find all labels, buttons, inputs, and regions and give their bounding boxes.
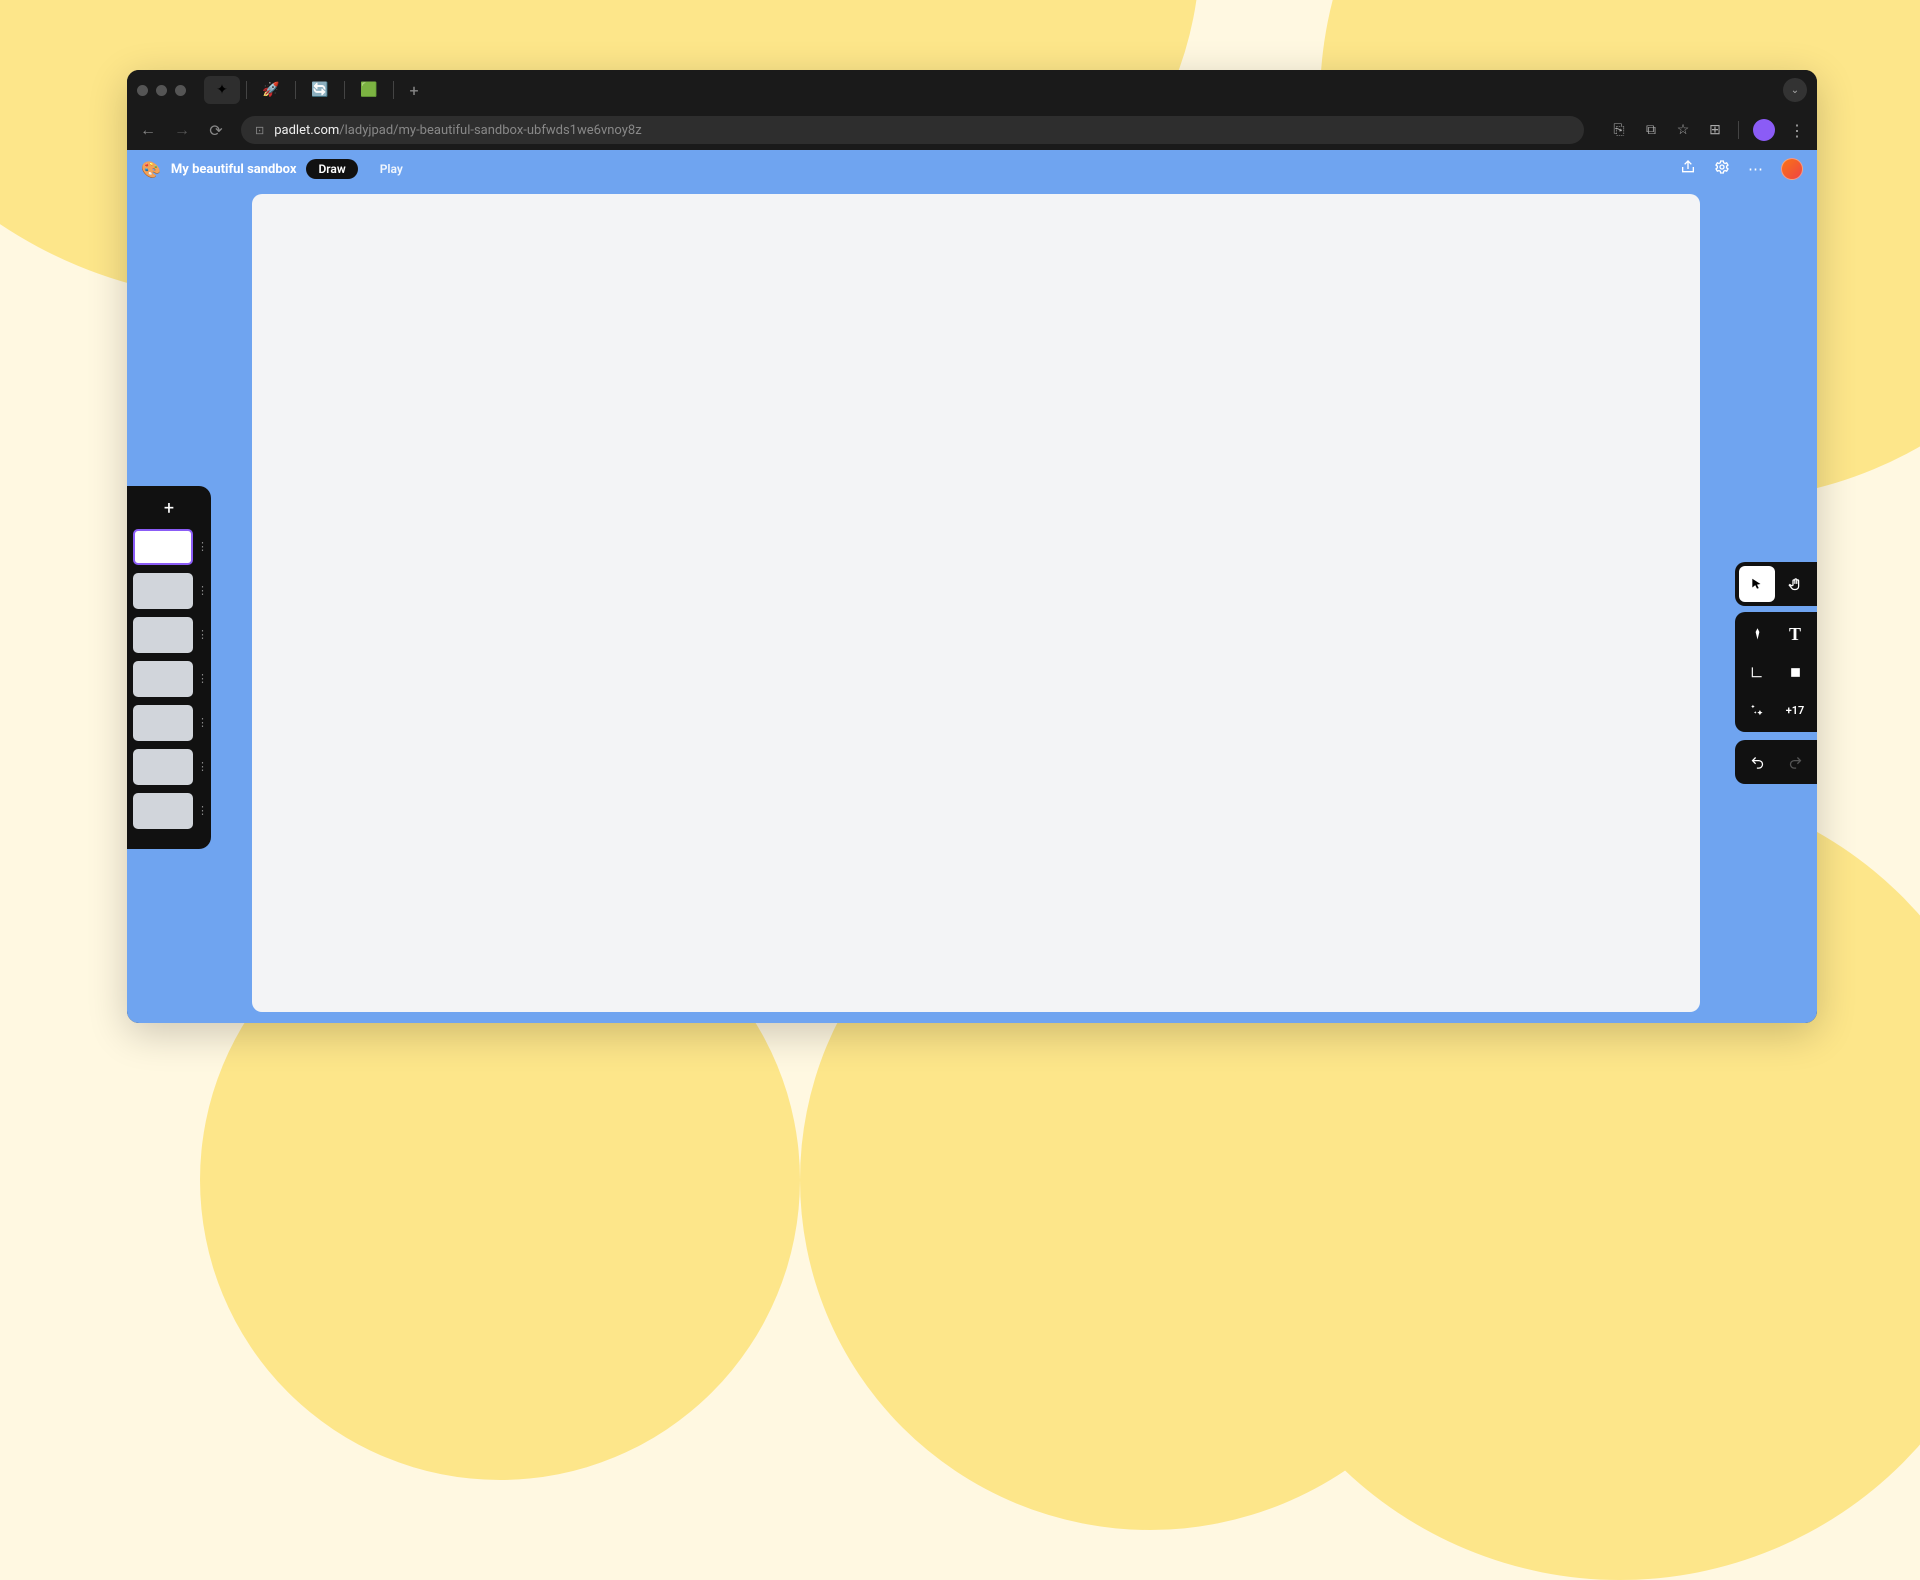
app-logo-icon: 🎨 [141,160,161,179]
app-top-bar: 🎨 My beautiful sandbox Draw Play ⋯ [127,150,1817,188]
board-title[interactable]: My beautiful sandbox [171,162,297,177]
browser-window: ✦ 🚀 🔄 🟩 + ⌄ ← → ⟳ ⊡ padlet.com/ladyjpad/… [127,70,1817,1023]
slides-panel: + ⋮ ⋮ ⋮ ⋮ ⋮ ⋮ ⋮ [127,486,211,849]
window-controls [137,85,186,96]
close-window[interactable] [137,85,148,96]
slide-thumb[interactable] [133,529,193,565]
tab-separator [393,81,394,99]
slide-thumb[interactable] [133,793,193,829]
address-bar: ← → ⟳ ⊡ padlet.com/ladyjpad/my-beautiful… [127,110,1817,150]
slide-options-icon[interactable]: ⋮ [197,721,205,725]
open-new-icon[interactable]: ⧉ [1642,122,1660,138]
pen-tool[interactable] [1739,616,1775,652]
tab-separator [344,81,345,99]
browser-tab[interactable]: 🔄 [302,76,338,104]
slide-options-icon[interactable]: ⋮ [197,589,205,593]
shape-tool[interactable] [1739,654,1775,690]
slide-thumb[interactable] [133,705,193,741]
slide-thumb[interactable] [133,573,193,609]
reload-button[interactable]: ⟳ [207,121,225,140]
maximize-window[interactable] [175,85,186,96]
bookmark-icon[interactable]: ☆ [1674,122,1692,138]
mode-play-button[interactable]: Play [368,159,415,179]
minimize-window[interactable] [156,85,167,96]
app-icon: 🟩 [360,82,377,98]
separator [1738,121,1739,139]
settings-icon[interactable] [1714,159,1730,179]
app-viewport: 🎨 My beautiful sandbox Draw Play ⋯ + ⋮ ⋮… [127,150,1817,1023]
more-tools-button[interactable]: +17 [1777,692,1813,728]
install-app-icon[interactable]: ⎘ [1610,122,1628,138]
slide-options-icon[interactable]: ⋮ [197,677,205,681]
history-tools [1735,740,1817,784]
effects-tool[interactable] [1739,692,1775,728]
new-tab-button[interactable]: + [400,81,428,100]
text-tool[interactable]: T [1777,616,1813,652]
hand-tool[interactable] [1777,566,1813,602]
back-button[interactable]: ← [139,120,157,140]
mode-draw-button[interactable]: Draw [306,159,357,179]
tab-separator [295,81,296,99]
addr-actions: ⎘ ⧉ ☆ ⊞ ⋮ [1610,119,1805,141]
slide-thumb[interactable] [133,749,193,785]
slide-options-icon[interactable]: ⋮ [197,545,205,549]
url-text: padlet.com/ladyjpad/my-beautiful-sandbox… [274,123,641,138]
sync-icon: 🔄 [311,82,328,98]
user-avatar[interactable] [1781,158,1803,180]
slide-options-icon[interactable]: ⋮ [197,765,205,769]
slide-options-icon[interactable]: ⋮ [197,809,205,813]
selection-tools [1735,562,1817,606]
browser-tab-bar: ✦ 🚀 🔄 🟩 + ⌄ [127,70,1817,110]
share-icon[interactable] [1680,159,1696,179]
site-info-icon[interactable]: ⊡ [255,124,264,137]
extensions-icon[interactable]: ⊞ [1706,122,1724,138]
sparkle-icon: ✦ [216,82,228,98]
tabs-dropdown[interactable]: ⌄ [1783,78,1807,102]
tabs: ✦ 🚀 🔄 🟩 + [204,76,428,104]
forward-button[interactable]: → [173,120,191,140]
slide-thumb[interactable] [133,661,193,697]
add-slide-button[interactable]: + [133,498,205,519]
rectangle-tool[interactable] [1777,654,1813,690]
draw-tools: T +17 [1735,612,1817,732]
select-tool[interactable] [1739,566,1775,602]
browser-tab[interactable]: 🟩 [351,76,387,104]
rocket-icon: 🚀 [262,82,279,98]
undo-button[interactable] [1739,744,1775,780]
profile-avatar[interactable] [1753,119,1775,141]
slide-options-icon[interactable]: ⋮ [197,633,205,637]
browser-tab[interactable]: 🚀 [253,76,289,104]
redo-button[interactable] [1777,744,1813,780]
tab-separator [246,81,247,99]
drawing-canvas[interactable] [252,194,1700,1012]
browser-tab[interactable]: ✦ [204,76,240,104]
more-icon[interactable]: ⋯ [1748,160,1763,178]
slide-thumb[interactable] [133,617,193,653]
browser-menu-icon[interactable]: ⋮ [1789,121,1805,140]
url-input[interactable]: ⊡ padlet.com/ladyjpad/my-beautiful-sandb… [241,116,1584,144]
